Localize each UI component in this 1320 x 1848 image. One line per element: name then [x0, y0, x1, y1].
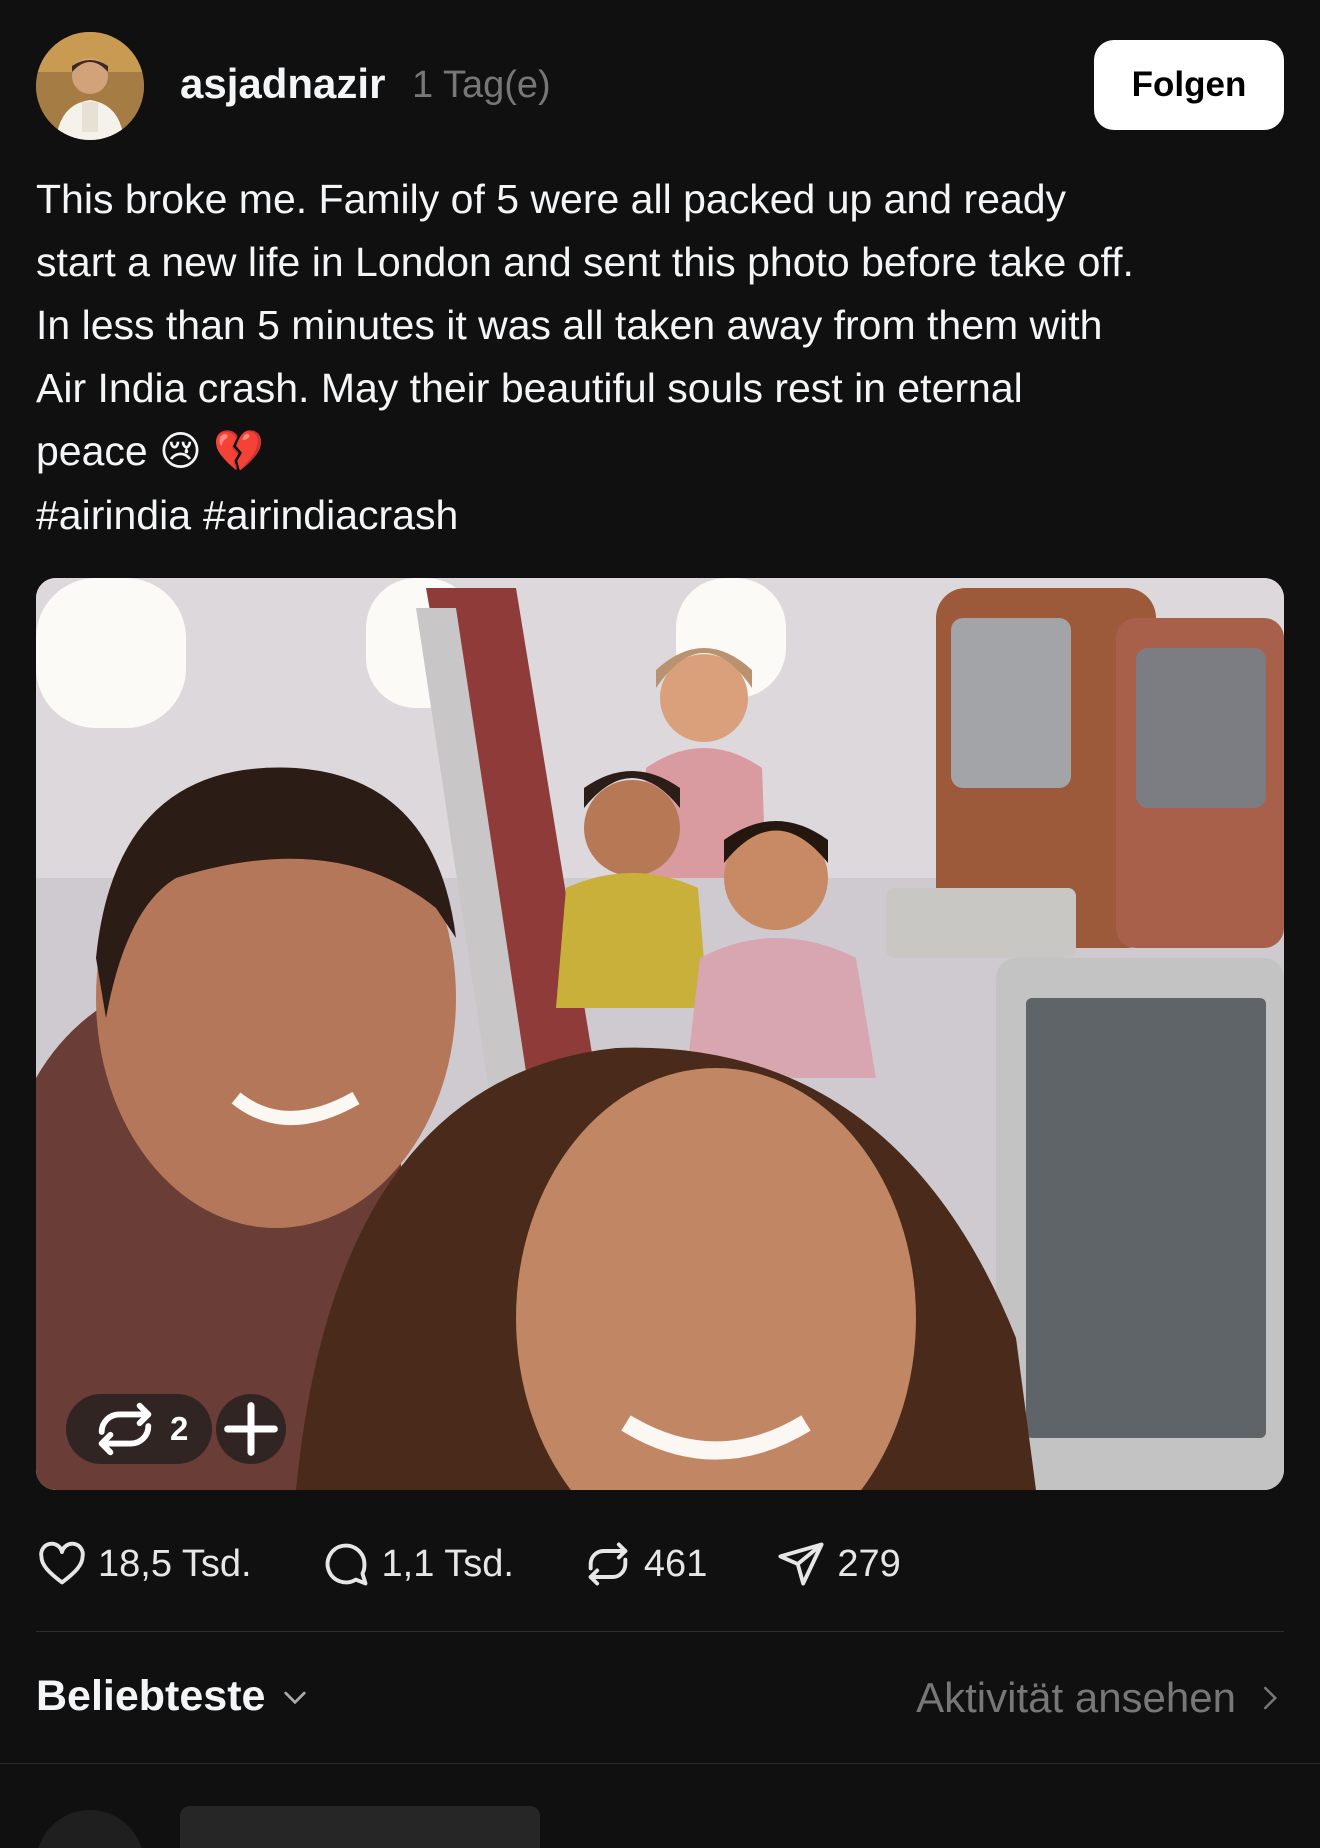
share-icon	[778, 1542, 824, 1586]
chevron-right-icon	[1264, 1686, 1278, 1710]
post-photo[interactable]: 2	[36, 578, 1284, 1490]
caption-line: peace 😢 💔	[36, 428, 265, 474]
thread-post: asjadnazir 1 Tag(e) Folgen This broke me…	[0, 0, 1320, 1848]
repost-button[interactable]: 461	[582, 1538, 707, 1590]
divider	[36, 1631, 1284, 1632]
plus-icon	[224, 1402, 278, 1456]
reply-avatar-placeholder	[36, 1810, 144, 1848]
repost-icon	[98, 1402, 152, 1456]
comment-count: 1,1 Tsd.	[381, 1542, 514, 1585]
add-button[interactable]	[216, 1394, 286, 1464]
caption-line: Air India crash. May their beautiful sou…	[36, 365, 1023, 411]
divider	[0, 1763, 1320, 1764]
comment-icon	[325, 1543, 367, 1586]
share-count: 279	[837, 1542, 901, 1585]
repost-icon	[588, 1542, 628, 1586]
post-caption: This broke me. Family of 5 were all pack…	[36, 168, 1296, 483]
replies-sort-dropdown[interactable]: Beliebteste	[36, 1672, 311, 1721]
caption-line: start a new life in London and sent this…	[36, 239, 1134, 285]
repost-count: 461	[643, 1542, 708, 1585]
user-avatar[interactable]	[36, 32, 144, 140]
action-bar: 18,5 Tsd. 1,1 Tsd. 461 279	[36, 1532, 901, 1596]
hashtag-link[interactable]: #airindia	[36, 492, 191, 539]
view-activity-link[interactable]: Aktivität ansehen	[916, 1674, 1284, 1722]
caption-line: In less than 5 minutes it was all taken …	[36, 302, 1103, 348]
hashtag-list: #airindia #airindiacrash	[36, 492, 458, 539]
activity-label: Aktivität ansehen	[916, 1674, 1236, 1721]
heart-icon	[39, 1541, 85, 1585]
share-button[interactable]: 279	[775, 1538, 901, 1590]
chevron-down-icon	[284, 1691, 307, 1704]
media-repost-chip[interactable]: 2	[66, 1394, 213, 1464]
like-count: 18,5 Tsd.	[98, 1542, 252, 1585]
username[interactable]: asjadnazir	[180, 60, 385, 108]
follow-button[interactable]: Folgen	[1094, 40, 1284, 130]
reply-name-placeholder	[180, 1806, 540, 1848]
media-repost-count: 2	[170, 1410, 189, 1447]
hashtag-link[interactable]: #airindiacrash	[203, 492, 458, 539]
like-button[interactable]: 18,5 Tsd.	[36, 1538, 252, 1590]
comment-button[interactable]: 1,1 Tsd.	[320, 1538, 514, 1590]
caption-line: This broke me. Family of 5 were all pack…	[36, 176, 1067, 222]
post-timestamp: 1 Tag(e)	[412, 64, 551, 106]
sort-label: Beliebteste	[36, 1672, 266, 1720]
